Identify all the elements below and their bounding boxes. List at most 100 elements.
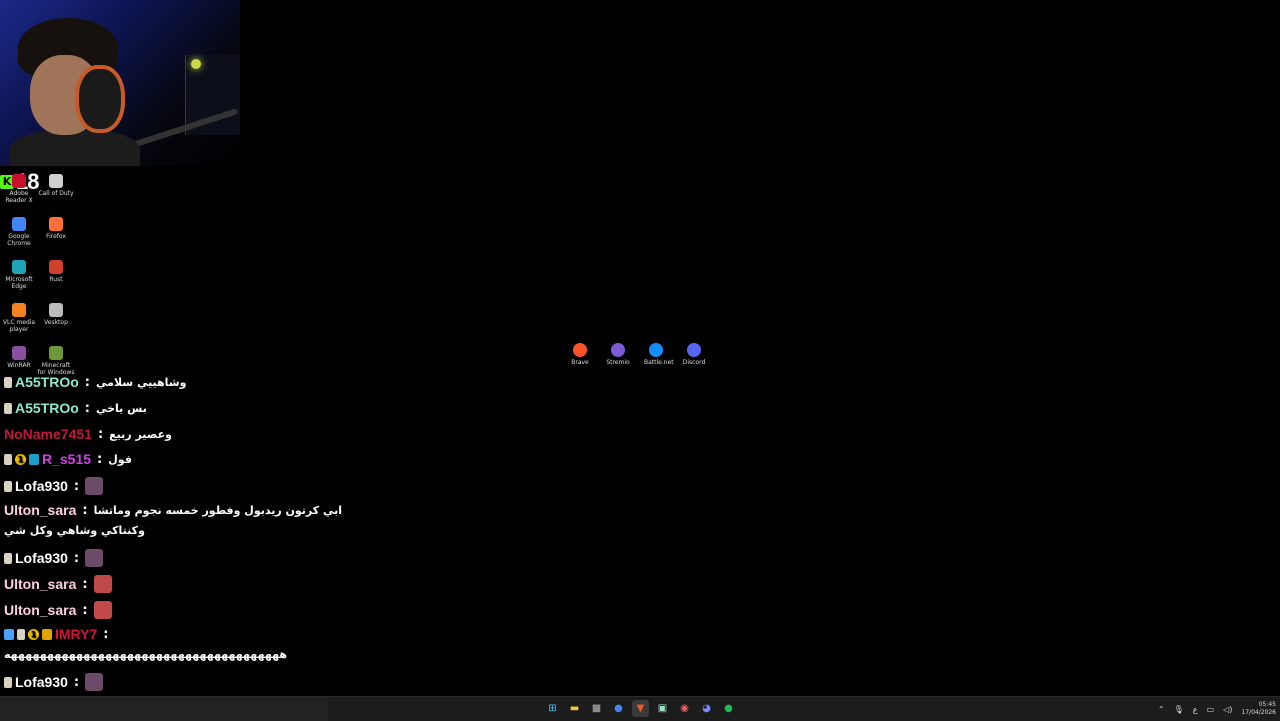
- chat-username[interactable]: Lofa930: [15, 550, 68, 566]
- firefox-icon: [49, 217, 63, 231]
- chat-message: Lofa930:: [4, 549, 104, 567]
- chat-emote-icon: [85, 477, 104, 495]
- store-icon[interactable]: ■: [588, 700, 605, 717]
- chat-username[interactable]: NoName7451: [4, 426, 92, 442]
- sub-badge-icon: [4, 628, 14, 640]
- taskbar-apps: ⊞ ▬ ■ ● ▼ ▣ ◉ ◕ ●: [544, 700, 737, 717]
- coin-badge-icon: 1: [15, 453, 26, 465]
- chat-text: وشاهييي سلامي: [96, 375, 187, 389]
- chat-username[interactable]: R_s515: [42, 451, 91, 467]
- winrar-icon: [12, 346, 26, 360]
- shortcut-label: Rust: [49, 276, 63, 283]
- chat-message-continuation: ههههههههههههههههههههههههههههههههههههههه: [4, 648, 287, 661]
- brave-icon[interactable]: ▼: [632, 700, 649, 717]
- shortcut-label: Discord: [682, 359, 706, 366]
- chat-separator: :: [103, 626, 109, 642]
- gift-badge-icon: [29, 453, 39, 465]
- chat-username[interactable]: A55TROo: [15, 400, 79, 416]
- clock-date: 17/04/2026: [1241, 709, 1276, 716]
- coin-badge-icon: 1: [28, 628, 39, 640]
- chevron-up-icon[interactable]: ⌃: [1158, 705, 1165, 714]
- shortcut-label: Google Chrome: [7, 233, 31, 247]
- chat-separator: :: [82, 502, 88, 518]
- chat-username[interactable]: Lofa930: [15, 478, 68, 494]
- chat-username[interactable]: A55TROo: [15, 374, 79, 390]
- spotify-icon[interactable]: ●: [720, 700, 737, 717]
- vlc-icon: [12, 303, 26, 317]
- chat-emote-icon: [93, 575, 112, 593]
- shortcut-label: Microsoft Edge: [5, 276, 33, 290]
- chat-emote-icon: [85, 673, 104, 691]
- chat-username[interactable]: Lofa930: [15, 674, 68, 690]
- network-icon[interactable]: ▭: [1207, 705, 1215, 714]
- chat-message: Ulton_sara: ابي كرتون ريدبول وفطور خمسه ن…: [4, 502, 342, 518]
- desktop-shortcut[interactable]: Brave: [568, 343, 592, 366]
- chat-separator: :: [84, 400, 90, 416]
- chat-username[interactable]: Ulton_sara: [4, 602, 76, 618]
- desktop-shortcut[interactable]: Call of Duty: [37, 174, 75, 197]
- chat-message-continuation: وكنتاكي وشاهي وكل شي: [4, 524, 145, 537]
- chat-message: NoName7451: وعصير ربيع: [4, 426, 172, 442]
- shortcut-label: Battle.net: [644, 359, 674, 366]
- desktop-shortcut[interactable]: Battle.net: [644, 343, 674, 366]
- desktop-shortcut[interactable]: Firefox: [37, 217, 75, 240]
- system-tray: ⌃ 🎙 ع ▭ ◁) 05:45 17/04/2026: [1158, 697, 1276, 721]
- chat-text: فول: [108, 452, 132, 466]
- edge-icon: [12, 260, 26, 274]
- taskbar-left-area[interactable]: [0, 697, 328, 721]
- chat-message: A55TROo: وشاهييي سلامي: [4, 374, 186, 390]
- shortcut-label: Brave: [571, 359, 589, 366]
- cup-badge-icon: [4, 676, 12, 688]
- discord-icon[interactable]: ◕: [698, 700, 715, 717]
- desktop-shortcut[interactable]: Discord: [682, 343, 706, 366]
- chat-text: بس ياخي: [96, 401, 147, 415]
- chat-message: Ulton_sara:: [4, 575, 112, 593]
- stremio-icon: [611, 343, 625, 357]
- cup-badge-icon: [4, 376, 12, 388]
- terminal-icon[interactable]: ▣: [654, 700, 671, 717]
- clock[interactable]: 05:45 17/04/2026: [1241, 701, 1276, 717]
- chat-emote-icon: [93, 601, 112, 619]
- microphone-icon[interactable]: 🎙: [1174, 705, 1184, 714]
- chat-message: Ulton_sara:: [4, 601, 112, 619]
- brave-icon: [573, 343, 587, 357]
- cup-badge-icon: [4, 453, 12, 465]
- webcam-overlay: [0, 0, 240, 166]
- start-button-icon[interactable]: ⊞: [544, 700, 561, 717]
- desktop-shortcut[interactable]: VLC media player: [0, 303, 38, 333]
- volume-icon[interactable]: ◁): [1223, 705, 1232, 714]
- chrome-icon[interactable]: ●: [610, 700, 627, 717]
- chat-text: وعصير ربيع: [109, 427, 172, 441]
- desktop-shortcut[interactable]: Vesktop: [37, 303, 75, 326]
- language-indicator[interactable]: ع: [1193, 705, 1198, 714]
- desktop-shortcut[interactable]: Minecraft for Windows: [37, 346, 75, 376]
- desktop-shortcut[interactable]: Microsoft Edge: [0, 260, 38, 290]
- desktop-shortcut[interactable]: Stremio: [606, 343, 630, 366]
- vesktop-icon: [49, 303, 63, 317]
- chat-message: 1 R_s515: فول: [4, 451, 132, 467]
- chat-username[interactable]: Ulton_sara: [4, 576, 76, 592]
- cup-badge-icon: [4, 552, 12, 564]
- chat-text: ههههههههههههههههههههههههههههههههههههههه: [4, 648, 287, 661]
- shortcut-label: Firefox: [46, 233, 66, 240]
- file-icon: [49, 174, 63, 188]
- desktop-shortcut[interactable]: Adobe Reader X: [0, 174, 38, 204]
- chat-separator: :: [73, 674, 80, 690]
- desktop-shortcut[interactable]: Google Chrome: [0, 217, 38, 247]
- chat-separator: :: [97, 451, 103, 467]
- desktop-shortcut[interactable]: WinRAR: [0, 346, 38, 369]
- cup-badge-icon: [17, 628, 25, 640]
- chat-username[interactable]: Ulton_sara: [4, 502, 76, 518]
- shortcut-label: VLC media player: [2, 319, 36, 333]
- shortcut-label: Adobe Reader X: [5, 190, 33, 204]
- file-explorer-icon[interactable]: ▬: [566, 700, 583, 717]
- chat-emote-icon: [85, 549, 104, 567]
- chat-username[interactable]: IMRY7: [55, 626, 97, 642]
- cup-badge-icon: [4, 480, 12, 492]
- desktop-icons-center: Brave Stremio Battle.net Discord: [568, 343, 706, 366]
- desktop-shortcut[interactable]: Rust: [37, 260, 75, 283]
- shortcut-label: Stremio: [606, 359, 630, 366]
- chat-text: ابي كرتون ريدبول وفطور خمسه نجوم وماتشا: [93, 503, 343, 517]
- obs-icon[interactable]: ◉: [676, 700, 693, 717]
- chat-message: A55TROo: بس ياخي: [4, 400, 147, 416]
